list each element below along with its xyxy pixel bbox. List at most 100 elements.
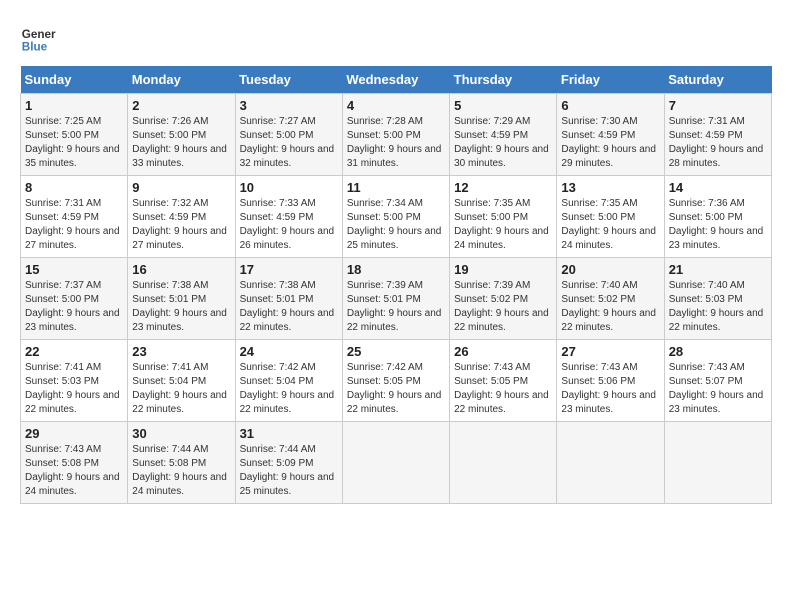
day-info: Sunrise: 7:43 AMSunset: 5:08 PMDaylight:… (25, 443, 123, 499)
calendar-cell: 23 Sunrise: 7:41 AMSunset: 5:04 PMDayligh… (128, 340, 235, 422)
day-number: 5 (454, 98, 552, 113)
calendar-cell: 22Sunrise: 7:41 AMSunset: 5:03 PMDayligh… (21, 340, 128, 422)
day-info: Sunrise: 7:43 AMSunset: 5:07 PMDaylight:… (669, 361, 767, 417)
day-number: 14 (669, 180, 767, 195)
day-info: Sunrise: 7:35 AMSunset: 5:00 PMDaylight:… (561, 197, 659, 253)
calendar-cell (450, 422, 557, 504)
calendar-cell: 29 Sunrise: 7:43 AMSunset: 5:08 PMDayligh… (21, 422, 128, 504)
weekday-header-monday: Monday (128, 66, 235, 94)
day-number: 23 (132, 344, 230, 359)
day-number: 27 (561, 344, 659, 359)
day-info: Sunrise: 7:40 AMSunset: 5:03 PMDaylight:… (669, 279, 767, 335)
day-info: Sunrise: 7:42 AMSunset: 5:04 PMDaylight:… (240, 361, 338, 417)
day-info: Sunrise: 7:32 AMSunset: 4:59 PMDaylight:… (132, 197, 230, 253)
calendar-cell: 5 Sunrise: 7:29 AMSunset: 4:59 PMDaylight… (450, 94, 557, 176)
svg-text:General: General (22, 28, 56, 41)
day-info: Sunrise: 7:30 AMSunset: 4:59 PMDaylight:… (561, 115, 659, 171)
day-info: Sunrise: 7:37 AMSunset: 5:00 PMDaylight:… (25, 279, 123, 335)
calendar-cell: 26 Sunrise: 7:43 AMSunset: 5:05 PMDayligh… (450, 340, 557, 422)
day-number: 28 (669, 344, 767, 359)
calendar-cell: 24 Sunrise: 7:42 AMSunset: 5:04 PMDayligh… (235, 340, 342, 422)
day-info: Sunrise: 7:42 AMSunset: 5:05 PMDaylight:… (347, 361, 445, 417)
calendar-cell: 25 Sunrise: 7:42 AMSunset: 5:05 PMDayligh… (342, 340, 449, 422)
day-number: 18 (347, 262, 445, 277)
calendar-cell: 14 Sunrise: 7:36 AMSunset: 5:00 PMDayligh… (664, 176, 771, 258)
calendar-cell: 31 Sunrise: 7:44 AMSunset: 5:09 PMDayligh… (235, 422, 342, 504)
day-number: 22 (25, 344, 123, 359)
weekday-header-tuesday: Tuesday (235, 66, 342, 94)
day-number: 4 (347, 98, 445, 113)
day-info: Sunrise: 7:41 AMSunset: 5:04 PMDaylight:… (132, 361, 230, 417)
day-info: Sunrise: 7:36 AMSunset: 5:00 PMDaylight:… (669, 197, 767, 253)
calendar-cell: 3 Sunrise: 7:27 AMSunset: 5:00 PMDaylight… (235, 94, 342, 176)
page-header: General Blue (20, 20, 772, 56)
svg-text:Blue: Blue (22, 41, 48, 54)
logo: General Blue (20, 20, 60, 56)
day-info: Sunrise: 7:26 AMSunset: 5:00 PMDaylight:… (132, 115, 230, 171)
weekday-header-saturday: Saturday (664, 66, 771, 94)
day-number: 16 (132, 262, 230, 277)
day-number: 31 (240, 426, 338, 441)
calendar-cell: 4 Sunrise: 7:28 AMSunset: 5:00 PMDaylight… (342, 94, 449, 176)
calendar-cell: 13 Sunrise: 7:35 AMSunset: 5:00 PMDayligh… (557, 176, 664, 258)
weekday-header-friday: Friday (557, 66, 664, 94)
day-info: Sunrise: 7:25 AMSunset: 5:00 PMDaylight:… (25, 115, 123, 171)
calendar-cell: 11 Sunrise: 7:34 AMSunset: 5:00 PMDayligh… (342, 176, 449, 258)
day-info: Sunrise: 7:31 AMSunset: 4:59 PMDaylight:… (25, 197, 123, 253)
calendar-cell: 28 Sunrise: 7:43 AMSunset: 5:07 PMDayligh… (664, 340, 771, 422)
day-info: Sunrise: 7:34 AMSunset: 5:00 PMDaylight:… (347, 197, 445, 253)
calendar-cell (342, 422, 449, 504)
day-info: Sunrise: 7:29 AMSunset: 4:59 PMDaylight:… (454, 115, 552, 171)
day-info: Sunrise: 7:33 AMSunset: 4:59 PMDaylight:… (240, 197, 338, 253)
day-info: Sunrise: 7:40 AMSunset: 5:02 PMDaylight:… (561, 279, 659, 335)
calendar-cell: 15 Sunrise: 7:37 AMSunset: 5:00 PMDayligh… (21, 258, 128, 340)
day-number: 9 (132, 180, 230, 195)
calendar-cell (557, 422, 664, 504)
day-info: Sunrise: 7:43 AMSunset: 5:06 PMDaylight:… (561, 361, 659, 417)
calendar-cell (664, 422, 771, 504)
day-number: 30 (132, 426, 230, 441)
day-info: Sunrise: 7:28 AMSunset: 5:00 PMDaylight:… (347, 115, 445, 171)
day-number: 12 (454, 180, 552, 195)
day-number: 29 (25, 426, 123, 441)
day-info: Sunrise: 7:35 AMSunset: 5:00 PMDaylight:… (454, 197, 552, 253)
day-number: 26 (454, 344, 552, 359)
calendar-table: SundayMondayTuesdayWednesdayThursdayFrid… (20, 66, 772, 504)
calendar-cell: 8Sunrise: 7:31 AMSunset: 4:59 PMDaylight… (21, 176, 128, 258)
day-number: 20 (561, 262, 659, 277)
calendar-cell: 9 Sunrise: 7:32 AMSunset: 4:59 PMDaylight… (128, 176, 235, 258)
day-number: 19 (454, 262, 552, 277)
calendar-cell: 18 Sunrise: 7:39 AMSunset: 5:01 PMDayligh… (342, 258, 449, 340)
calendar-cell: 20 Sunrise: 7:40 AMSunset: 5:02 PMDayligh… (557, 258, 664, 340)
logo-icon: General Blue (20, 20, 56, 56)
calendar-cell: 19 Sunrise: 7:39 AMSunset: 5:02 PMDayligh… (450, 258, 557, 340)
day-info: Sunrise: 7:31 AMSunset: 4:59 PMDaylight:… (669, 115, 767, 171)
day-info: Sunrise: 7:44 AMSunset: 5:09 PMDaylight:… (240, 443, 338, 499)
day-info: Sunrise: 7:39 AMSunset: 5:02 PMDaylight:… (454, 279, 552, 335)
calendar-cell: 21Sunrise: 7:40 AMSunset: 5:03 PMDayligh… (664, 258, 771, 340)
day-number: 24 (240, 344, 338, 359)
calendar-cell: 27 Sunrise: 7:43 AMSunset: 5:06 PMDayligh… (557, 340, 664, 422)
day-info: Sunrise: 7:43 AMSunset: 5:05 PMDaylight:… (454, 361, 552, 417)
calendar-cell: 17 Sunrise: 7:38 AMSunset: 5:01 PMDayligh… (235, 258, 342, 340)
day-number: 25 (347, 344, 445, 359)
day-info: Sunrise: 7:38 AMSunset: 5:01 PMDaylight:… (240, 279, 338, 335)
day-number: 13 (561, 180, 659, 195)
day-info: Sunrise: 7:39 AMSunset: 5:01 PMDaylight:… (347, 279, 445, 335)
calendar-cell: 7 Sunrise: 7:31 AMSunset: 4:59 PMDaylight… (664, 94, 771, 176)
calendar-cell: 10Sunrise: 7:33 AMSunset: 4:59 PMDayligh… (235, 176, 342, 258)
calendar-cell: 6Sunrise: 7:30 AMSunset: 4:59 PMDaylight… (557, 94, 664, 176)
day-number: 17 (240, 262, 338, 277)
day-number: 7 (669, 98, 767, 113)
day-number: 3 (240, 98, 338, 113)
day-number: 11 (347, 180, 445, 195)
day-info: Sunrise: 7:27 AMSunset: 5:00 PMDaylight:… (240, 115, 338, 171)
calendar-cell: 16Sunrise: 7:38 AMSunset: 5:01 PMDayligh… (128, 258, 235, 340)
day-info: Sunrise: 7:44 AMSunset: 5:08 PMDaylight:… (132, 443, 230, 499)
weekday-header-sunday: Sunday (21, 66, 128, 94)
calendar-cell: 12 Sunrise: 7:35 AMSunset: 5:00 PMDayligh… (450, 176, 557, 258)
day-number: 15 (25, 262, 123, 277)
weekday-header-thursday: Thursday (450, 66, 557, 94)
day-number: 1 (25, 98, 123, 113)
day-number: 2 (132, 98, 230, 113)
